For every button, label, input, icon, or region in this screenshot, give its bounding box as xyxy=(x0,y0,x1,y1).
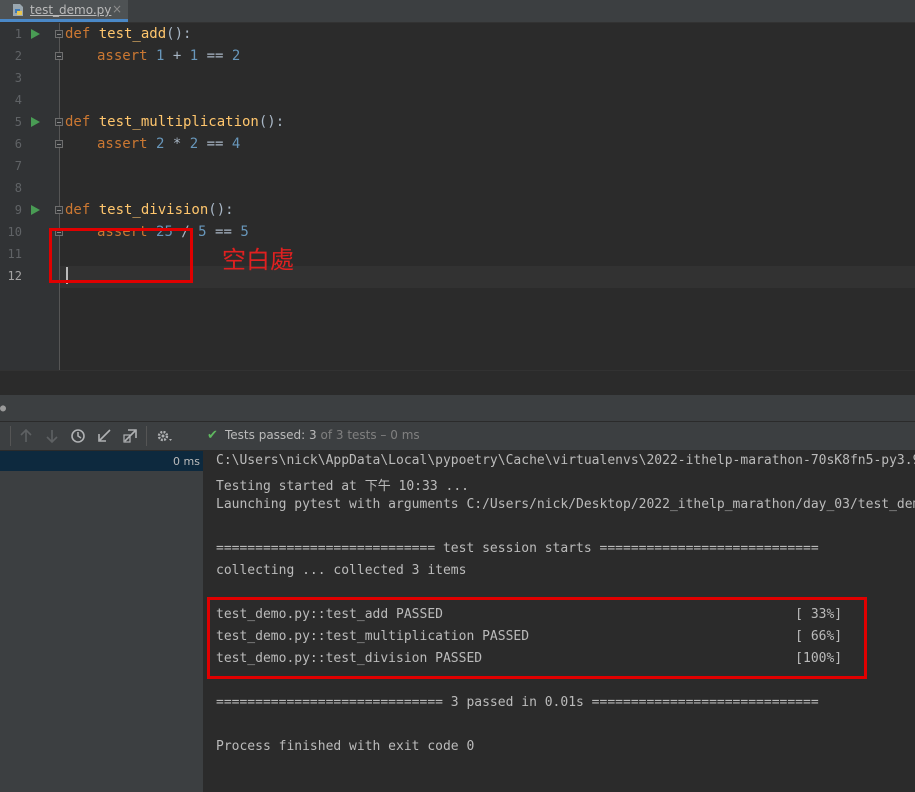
line-number: 8 xyxy=(14,181,22,195)
line-number: 1 xyxy=(14,27,22,41)
console-line: ============================= 3 passed i… xyxy=(216,695,819,710)
line-number: 12 xyxy=(7,269,22,283)
run-toolbar xyxy=(0,422,915,451)
line-number: 10 xyxy=(7,225,22,239)
code-line: assert 1 + 1 == 2 xyxy=(97,48,241,64)
tab-label: test_demo.py xyxy=(30,3,112,17)
up-arrow-icon[interactable] xyxy=(17,427,35,445)
line-number: 4 xyxy=(14,93,22,107)
toolbar-separator xyxy=(146,426,147,446)
run-panel-header xyxy=(0,395,915,422)
console-line: Launching pytest with arguments C:/Users… xyxy=(216,497,915,512)
check-icon: ✔ xyxy=(207,428,218,443)
annotation-box-blank-area xyxy=(49,228,193,283)
editor-tab-bar xyxy=(0,0,915,23)
line-number: 11 xyxy=(7,247,22,261)
annotation-box-test-results xyxy=(207,597,867,679)
tests-passed-status: Tests passed: 3 of 3 tests – 0 ms xyxy=(225,428,420,442)
fold-icon[interactable] xyxy=(55,118,63,126)
line-number: 9 xyxy=(14,203,22,217)
code-line: def test_add(): xyxy=(65,26,192,42)
import-tests-icon[interactable] xyxy=(95,427,113,445)
fold-icon[interactable] xyxy=(55,52,63,60)
export-tests-icon[interactable] xyxy=(121,427,139,445)
run-test-icon[interactable] xyxy=(31,205,40,215)
tab-test-demo[interactable]: test_demo.py × xyxy=(0,0,128,22)
fold-icon[interactable] xyxy=(55,206,63,214)
console-line: collecting ... collected 3 items xyxy=(216,563,467,578)
gear-icon[interactable] xyxy=(155,427,173,445)
fold-icon[interactable] xyxy=(55,140,63,148)
line-number: 5 xyxy=(14,115,22,129)
console-line: Testing started at 下午 10:33 ... xyxy=(216,479,469,494)
history-icon[interactable] xyxy=(69,427,87,445)
run-test-icon[interactable] xyxy=(31,29,40,39)
toolbar-separator xyxy=(10,426,11,446)
code-editor[interactable]: 1 2 3 4 5 6 7 8 9 10 11 12 def test_add(… xyxy=(0,23,915,370)
line-number: 3 xyxy=(14,71,22,85)
code-line: def test_multiplication(): xyxy=(65,114,285,130)
test-tree[interactable] xyxy=(0,451,204,792)
code-line: assert 2 * 2 == 4 xyxy=(97,136,241,152)
panel-splitter[interactable] xyxy=(0,370,915,396)
test-duration: 0 ms xyxy=(173,455,200,468)
code-line: def test_division(): xyxy=(65,202,234,218)
fold-icon[interactable] xyxy=(55,30,63,38)
console-line: ============================ test sessio… xyxy=(216,541,819,556)
line-number: 6 xyxy=(14,137,22,151)
line-number: 7 xyxy=(14,159,22,173)
python-file-icon xyxy=(13,4,23,16)
console-line: C:\Users\nick\AppData\Local\pypoetry\Cac… xyxy=(216,453,915,468)
down-arrow-icon[interactable] xyxy=(43,427,61,445)
line-number: 2 xyxy=(14,49,22,63)
annotation-label: 空白處 xyxy=(222,246,294,274)
panel-menu-icon[interactable]: ● xyxy=(0,403,6,414)
run-test-icon[interactable] xyxy=(31,117,40,127)
console-line: Process finished with exit code 0 xyxy=(216,739,475,754)
close-icon[interactable]: × xyxy=(112,2,122,16)
